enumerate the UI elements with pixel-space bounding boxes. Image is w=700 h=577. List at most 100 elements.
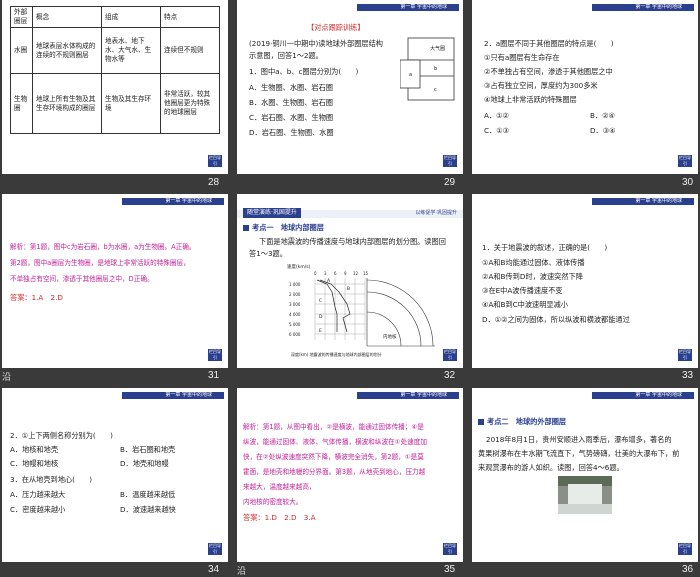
notes-label: 沿 xyxy=(237,566,247,576)
header-text: 第一章 宇宙中的地球 xyxy=(400,392,447,398)
diagram-label: 大气圈 xyxy=(430,45,445,52)
table-header: 组成 xyxy=(101,6,161,28)
nav-button[interactable]: 栏目导引 xyxy=(208,543,222,555)
table-cell: 非常活跃，较其他圈层更为特殊的地球圈层 xyxy=(160,73,220,134)
slide-number-31: 31 xyxy=(208,370,220,381)
table-cell: 地球表层水体构成的连续的不规则圈层 xyxy=(32,27,102,74)
slide-number-34: 34 xyxy=(208,564,220,575)
diagram-label: A xyxy=(327,278,331,284)
slide-thumbnail-33[interactable]: 第一章 宇宙中的地球 1．关于地震波的叙述，正确的是( ) ①A和B均能通过固体… xyxy=(472,194,698,368)
nav-button[interactable]: 栏目导引 xyxy=(678,349,692,361)
option-text: C．地幔和地核 xyxy=(10,459,59,468)
explanation-text: 内地核的密度较大。 xyxy=(243,498,303,506)
topic-marker-icon xyxy=(243,225,249,231)
diagram-label: 内地核 xyxy=(383,333,397,340)
slide-thumbnail-32[interactable]: 随堂演练·巩固提升 以练促学·巩固提升 考点一 地球内部圈层 下面是地震波的传播… xyxy=(237,194,463,368)
y-tick-label: 5 000 xyxy=(289,322,301,327)
waterfall-photo xyxy=(558,476,612,514)
diagram-label: a xyxy=(409,72,412,78)
slide-thumbnail-34[interactable]: 第一章 宇宙中的地球 2．①上下两侧名称分别为( ) A．地核和地壳 B．岩石圈… xyxy=(2,388,228,562)
option-text: B．水圈、生物圈、岩石圈 xyxy=(249,98,333,107)
x-tick-label: 0 xyxy=(314,271,317,276)
table-cell: 生物及其生存环境 xyxy=(101,73,161,134)
nav-button[interactable]: 栏目导引 xyxy=(208,155,222,167)
option-text: D．地壳和地幔 xyxy=(120,459,169,468)
slide-number-28: 28 xyxy=(208,177,220,188)
intro-text: 下面是地震波的传播速度与地球内部圈层的划分图。读图回 xyxy=(259,237,446,246)
explanation-text: 第2题，图中a圈层为生物圈，是地球上非常活跃的特殊圈层， xyxy=(10,259,190,267)
slide-thumbnail-29[interactable]: 第一章 宇宙中的地球 【对点跟踪训练】 (2019·铜川一中期中)读地球外部圈层… xyxy=(237,0,463,174)
topic-text: 考点一 地球内部圈层 xyxy=(252,223,324,232)
header-text: 第一章 宇宙中的地球 xyxy=(635,198,682,204)
question-text: 2．a圈层不同于其他圈层的特点是( ) xyxy=(484,39,614,48)
slide-number-33: 33 xyxy=(682,370,694,381)
question-text: (2019·铜川一中期中)读地球外部圈层结构 xyxy=(249,39,383,48)
nav-button[interactable]: 栏目导引 xyxy=(443,543,457,555)
banner-right-text: 以练促学·巩固提升 xyxy=(415,210,457,216)
header-text: 第一章 宇宙中的地球 xyxy=(165,392,212,398)
slide-thumbnail-30[interactable]: 第一章 宇宙中的地球 2．a圈层不同于其他圈层的特点是( ) ①只有a圈层有生命… xyxy=(472,0,698,174)
section-banner: 随堂演练·巩固提升 xyxy=(243,208,301,218)
statement-text: ③占有独立空间，厚度约为300多米 xyxy=(484,81,598,90)
statement-text: ①A和B均能通过固体、液体传播 xyxy=(482,258,585,267)
slide-thumbnail-31[interactable]: 第一章 宇宙中的地球 解析：第1题，图中c为岩石圈，b为水圈，a为生物圈。A正确… xyxy=(2,194,228,368)
option-text: C．①③ xyxy=(484,126,510,135)
passage-text: 黄果树瀑布在丰水期飞流直下，气势磅礴，壮美的大瀑布下，前 xyxy=(478,449,680,458)
slide-thumbnail-28[interactable]: 外部圈层 概念 组成 特点 水圈 地球表层水体构成的连续的不规则圈层 地表水、地… xyxy=(2,0,228,174)
layer-diagram: 大气圈 a b c xyxy=(400,37,455,101)
slide-thumbnail-35[interactable]: 第一章 宇宙中的地球 解析：第1题，从图中看出，②是横波，能通过固体传播；④是 … xyxy=(237,388,463,562)
statement-text: ③在E中A波传播速度不变 xyxy=(482,286,563,295)
option-text: D．③④ xyxy=(590,126,616,135)
topic-text: 考点二 地球的外部圈层 xyxy=(487,417,567,426)
slide-number-32: 32 xyxy=(444,370,456,381)
x-tick-label: 9 xyxy=(344,271,347,276)
option-text: A．生物圈、水圈、岩石圈 xyxy=(249,83,333,92)
table-header: 特点 xyxy=(160,6,220,28)
statement-text: ④A和B到C中波速明显减小 xyxy=(482,300,568,309)
statement-text: ②A和B传到D时，波速突然下降 xyxy=(482,272,583,281)
answer-text: 答案：1.D 2.D 3.A xyxy=(243,513,316,522)
explanation-text: 不单独占有空间，渗透于其他圈层之中，D正确。 xyxy=(10,275,154,283)
table-cell: 生物圈 xyxy=(10,73,33,134)
option-text: D．①②之间为固体，所以纵波和横波都能通过 xyxy=(482,315,630,324)
header-text: 第一章 宇宙中的地球 xyxy=(400,4,447,10)
slide-thumbnail-36[interactable]: 第一章 宇宙中的地球 考点二 地球的外部圈层 2018年8月1日，贵州安顺进入雨… xyxy=(472,388,698,562)
slide-number-30: 30 xyxy=(682,177,694,188)
slide-number-35: 35 xyxy=(444,564,456,575)
slide-number-36: 36 xyxy=(682,564,694,575)
question-text: 2．①上下两侧名称分别为( ) xyxy=(10,431,113,440)
axis-title: 速度(km/s) xyxy=(287,263,311,270)
table-header: 外部圈层 xyxy=(10,6,33,28)
nav-button[interactable]: 栏目导引 xyxy=(678,155,692,167)
explanation-text: 解析：第1题，从图中看出，②是横波，能通过固体传播；④是 xyxy=(243,423,424,431)
option-text: B．岩石圈和地壳 xyxy=(120,445,176,454)
question-text: 示意图，回答1～2题。 xyxy=(249,51,323,60)
explanation-text: 解析：第1题，图中c为岩石圈，b为水圈，a为生物圈。A正确。 xyxy=(10,243,196,251)
notes-label: 沿 xyxy=(2,372,12,382)
passage-text: 2018年8月1日，贵州安顺进入雨季后，瀑布增多，著名的 xyxy=(486,435,672,444)
nav-button[interactable]: 栏目导引 xyxy=(208,349,222,361)
topic-heading: 考点二 地球的外部圈层 xyxy=(478,416,566,428)
nav-button[interactable]: 栏目导引 xyxy=(443,155,457,167)
x-tick-label: 15 xyxy=(363,271,369,276)
diagram-label: D xyxy=(319,314,323,320)
slide-number-29: 29 xyxy=(444,177,456,188)
y-tick-label: 6 000 xyxy=(289,332,301,337)
option-text: D．岩石圈、生物圈、水圈 xyxy=(249,128,334,137)
y-tick-label: 1 000 xyxy=(289,282,301,287)
statement-text: ②不单独占有空间，渗透于其他圈层之中 xyxy=(484,67,613,76)
option-text: C．密度越来越小 xyxy=(10,505,66,514)
seismic-wave-diagram: 速度(km/s) 0 3 6 9 12 15 1 000 2 000 3 000… xyxy=(287,263,435,357)
statement-text: ④地球上非常活跃的特殊圈层 xyxy=(484,95,577,104)
nav-button[interactable]: 栏目导引 xyxy=(443,349,457,361)
answer-text: 答案：1.A 2.D xyxy=(10,293,63,302)
diagram-label: C xyxy=(319,298,322,304)
topic-marker-icon xyxy=(478,419,484,425)
layer-table: 外部圈层 概念 组成 特点 水圈 地球表层水体构成的连续的不规则圈层 地表水、地… xyxy=(10,6,220,134)
x-tick-label: 6 xyxy=(334,271,337,276)
nav-button[interactable]: 栏目导引 xyxy=(678,543,692,555)
diagram-label: c xyxy=(434,87,437,93)
header-text: 第一章 宇宙中的地球 xyxy=(635,4,682,10)
table-header: 概念 xyxy=(32,6,102,28)
table-cell: 地表水、地下水、大气水、生物水等 xyxy=(101,27,161,74)
